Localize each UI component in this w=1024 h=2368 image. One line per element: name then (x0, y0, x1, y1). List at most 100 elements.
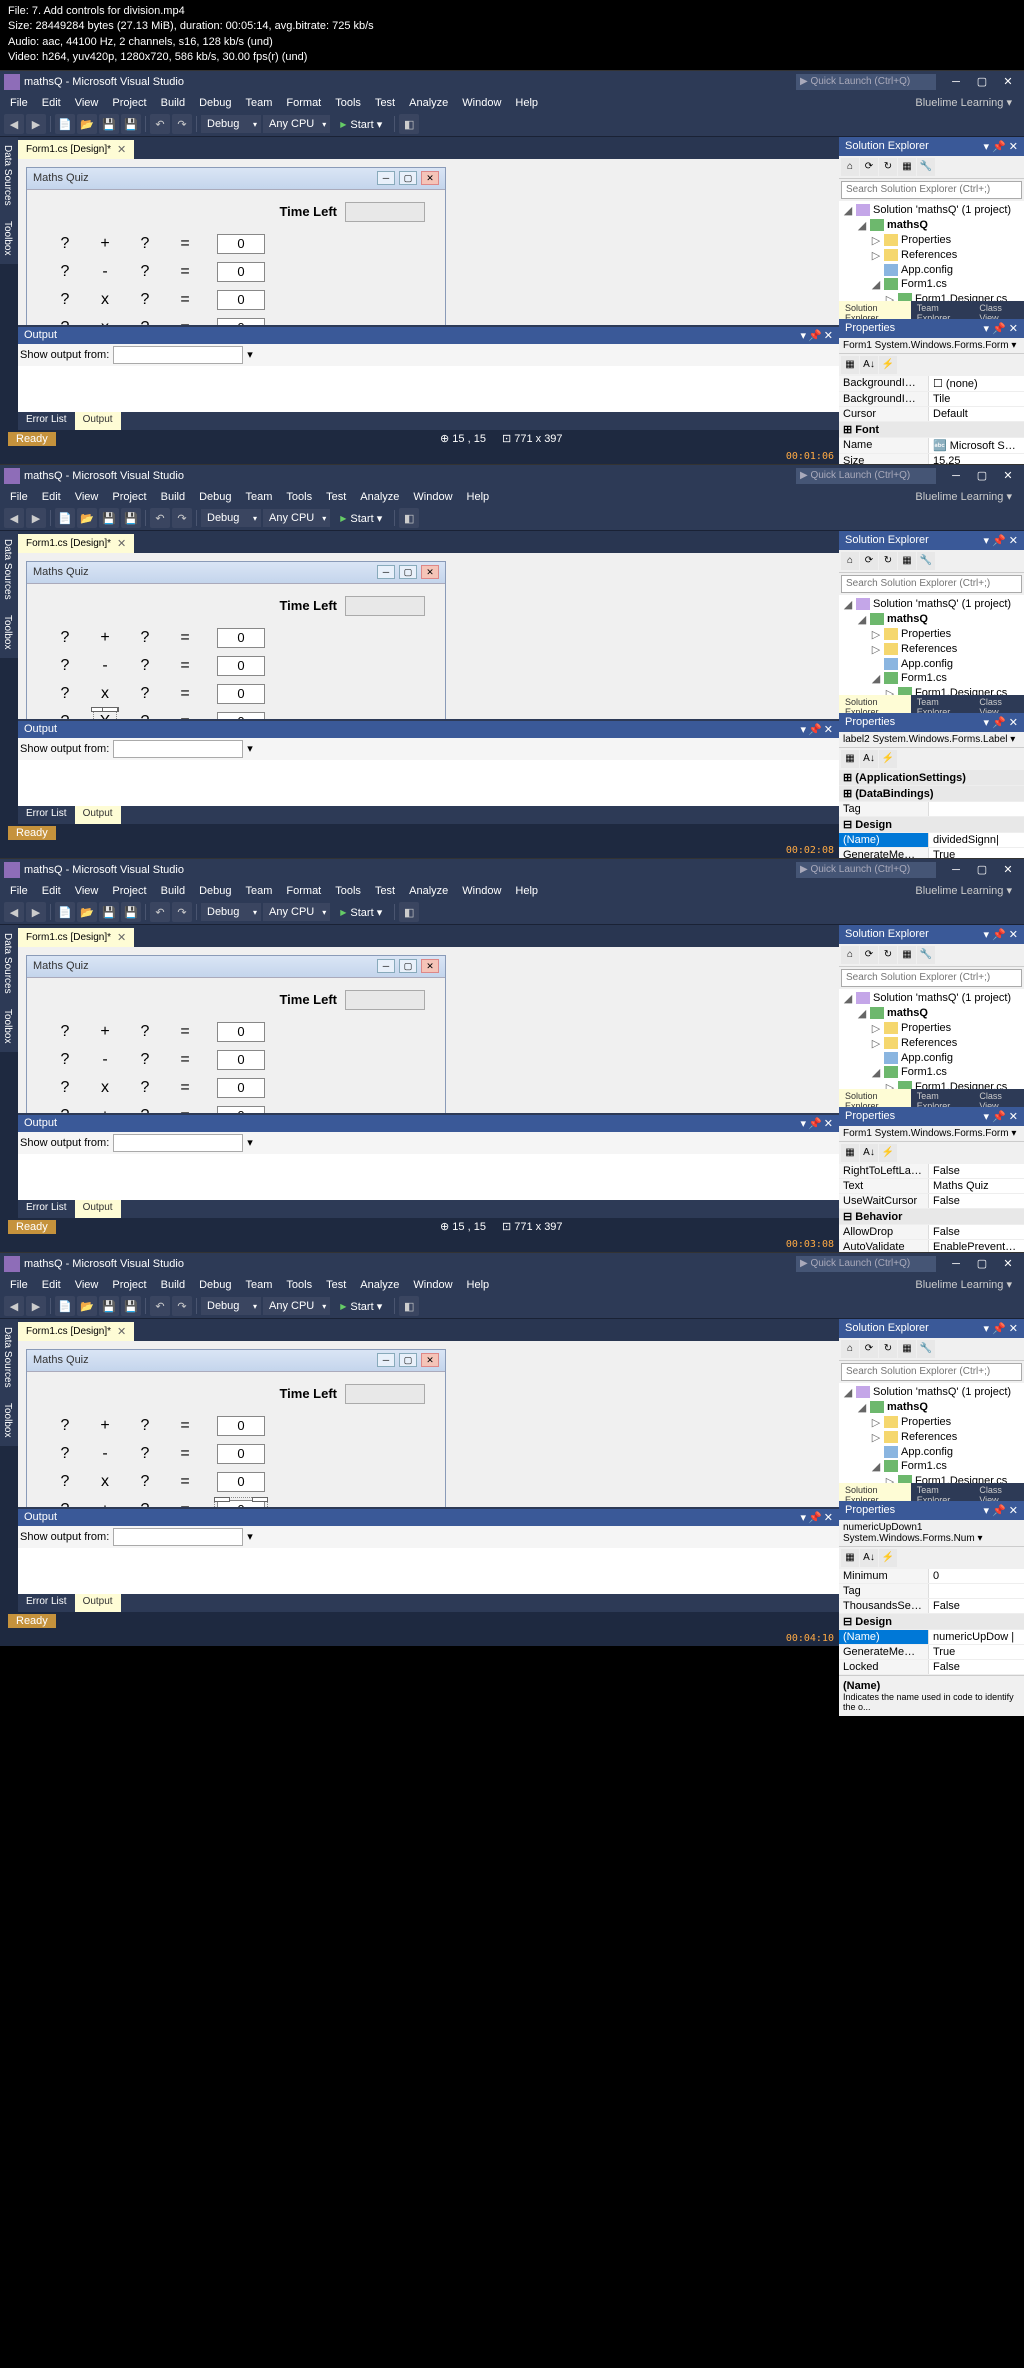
menu-file[interactable]: File (4, 1277, 34, 1293)
panel-tab[interactable]: Team Explorer (911, 301, 974, 319)
answer-numericupdown[interactable]: 0 (217, 1022, 265, 1042)
menu-debug[interactable]: Debug (193, 883, 237, 899)
start-button[interactable]: Start ▾ (332, 904, 390, 921)
pin-icon[interactable]: ▾ (801, 1117, 807, 1130)
menu-format[interactable]: Format (280, 883, 327, 899)
redo-icon[interactable]: ↷ (172, 114, 192, 134)
menu-edit[interactable]: Edit (36, 489, 67, 505)
answer-numericupdown[interactable]: 0 (217, 1050, 265, 1070)
menu-window[interactable]: Window (407, 489, 458, 505)
property-row[interactable]: RightToLeftLayoutFalse (839, 1164, 1024, 1179)
alpha-icon[interactable]: A↓ (860, 1144, 878, 1162)
menu-analyze[interactable]: Analyze (354, 489, 405, 505)
nav-back-icon[interactable]: ◀ (4, 114, 24, 134)
config-combo[interactable]: Debug (201, 115, 261, 133)
property-row[interactable]: CursorDefault (839, 407, 1024, 422)
menu-project[interactable]: Project (106, 1277, 152, 1293)
menu-file[interactable]: File (4, 883, 34, 899)
redo-icon[interactable]: ↷ (172, 902, 192, 922)
property-row[interactable]: Minimum0 (839, 1569, 1024, 1584)
datasources-tab[interactable]: Data Sources (0, 925, 18, 1002)
quick-launch-input[interactable]: ▶ Quick Launch (Ctrl+Q) (796, 1256, 936, 1272)
showall-icon[interactable]: ▦ (898, 946, 916, 964)
close-icon[interactable]: ✕ (117, 143, 126, 156)
designer-surface[interactable]: Maths Quiz ─ ▢ ✕ Time Left (18, 947, 839, 1113)
output-tab[interactable]: Output (75, 1200, 121, 1218)
answer-numericupdown[interactable]: 0 (217, 1444, 265, 1464)
undo-icon[interactable]: ↶ (150, 114, 170, 134)
menu-build[interactable]: Build (155, 95, 191, 111)
close-icon[interactable]: ✕ (824, 723, 833, 736)
saveall-icon[interactable]: 💾 (121, 902, 141, 922)
output-source-combo[interactable] (113, 740, 243, 758)
panel-tab[interactable]: Team Explorer (911, 695, 974, 713)
solution-search-input[interactable] (841, 575, 1022, 593)
menu-file[interactable]: File (4, 95, 34, 111)
close-button[interactable]: ✕ (996, 862, 1020, 878)
props-object-selector[interactable]: Form1 System.Windows.Forms.Form ▾ (839, 1126, 1024, 1142)
refresh-icon[interactable]: ⟳ (860, 552, 878, 570)
menu-analyze[interactable]: Analyze (354, 1277, 405, 1293)
document-tab[interactable]: Form1.cs [Design]*✕ (18, 534, 134, 553)
answer-numericupdown[interactable]: 0 (217, 262, 265, 282)
showall-icon[interactable]: ▦ (898, 158, 916, 176)
menu-tools[interactable]: Tools (329, 883, 367, 899)
menu-tools[interactable]: Tools (280, 1277, 318, 1293)
property-row[interactable]: LockedFalse (839, 1660, 1024, 1675)
user-label[interactable]: Bluelime Learning ▾ (915, 1278, 1020, 1291)
answer-numericupdown[interactable]: 0 (217, 684, 265, 704)
operator-label[interactable]: X (97, 713, 113, 719)
nav-fwd-icon[interactable]: ▶ (26, 902, 46, 922)
new-icon[interactable]: 📄 (55, 1296, 75, 1316)
close-icon[interactable]: ✕ (824, 329, 833, 342)
menu-help[interactable]: Help (461, 489, 496, 505)
panel-tab[interactable]: Class View (973, 695, 1024, 713)
errorlist-tab[interactable]: Error List (18, 1594, 75, 1612)
property-row[interactable]: Name🔤 Microsoft Sans Se (839, 438, 1024, 454)
output-source-combo[interactable] (113, 1528, 243, 1546)
menu-view[interactable]: View (69, 883, 105, 899)
showall-icon[interactable]: ▦ (898, 552, 916, 570)
alpha-icon[interactable]: A↓ (860, 750, 878, 768)
refresh-icon[interactable]: ⟳ (860, 946, 878, 964)
pin-icon[interactable]: 📌 (808, 1117, 822, 1130)
menu-edit[interactable]: Edit (36, 95, 67, 111)
sync-icon[interactable]: ↻ (879, 1340, 897, 1358)
config-combo[interactable]: Debug (201, 903, 261, 921)
sync-icon[interactable]: ↻ (879, 158, 897, 176)
errorlist-tab[interactable]: Error List (18, 412, 75, 430)
save-icon[interactable]: 💾 (99, 902, 119, 922)
undo-icon[interactable]: ↶ (150, 1296, 170, 1316)
config-combo[interactable]: Debug (201, 1297, 261, 1315)
nav-back-icon[interactable]: ◀ (4, 508, 24, 528)
user-label[interactable]: Bluelime Learning ▾ (915, 884, 1020, 897)
property-row[interactable]: TextMaths Quiz (839, 1179, 1024, 1194)
solution-tree[interactable]: ◢Solution 'mathsQ' (1 project) ◢mathsQ ▷… (839, 989, 1024, 1089)
new-icon[interactable]: 📄 (55, 508, 75, 528)
answer-numericupdown[interactable]: 0 (217, 234, 265, 254)
close-icon[interactable]: ✕ (117, 1325, 126, 1338)
menu-view[interactable]: View (69, 1277, 105, 1293)
menu-window[interactable]: Window (456, 883, 507, 899)
datasources-tab[interactable]: Data Sources (0, 1319, 18, 1396)
showall-icon[interactable]: ▦ (898, 1340, 916, 1358)
menu-window[interactable]: Window (407, 1277, 458, 1293)
menu-build[interactable]: Build (155, 883, 191, 899)
sync-icon[interactable]: ↻ (879, 552, 897, 570)
answer-numericupdown[interactable]: 0 (217, 318, 265, 325)
toolbox-tab[interactable]: Toolbox (0, 1395, 18, 1445)
output-tab[interactable]: Output (75, 806, 121, 824)
panel-tab[interactable]: Class View (973, 1089, 1024, 1107)
menu-edit[interactable]: Edit (36, 1277, 67, 1293)
property-row[interactable]: ThousandsSeparatorFalse (839, 1599, 1024, 1614)
menu-build[interactable]: Build (155, 489, 191, 505)
menu-format[interactable]: Format (280, 95, 327, 111)
property-row[interactable]: Tag (839, 802, 1024, 817)
solution-tree[interactable]: ◢Solution 'mathsQ' (1 project) ◢mathsQ ▷… (839, 201, 1024, 301)
props-object-selector[interactable]: label2 System.Windows.Forms.Label ▾ (839, 732, 1024, 748)
tool-icon[interactable]: ◧ (399, 114, 419, 134)
start-button[interactable]: Start ▾ (332, 1298, 390, 1315)
platform-combo[interactable]: Any CPU (263, 1297, 330, 1315)
close-icon[interactable]: ✕ (824, 1117, 833, 1130)
start-button[interactable]: Start ▾ (332, 510, 390, 527)
